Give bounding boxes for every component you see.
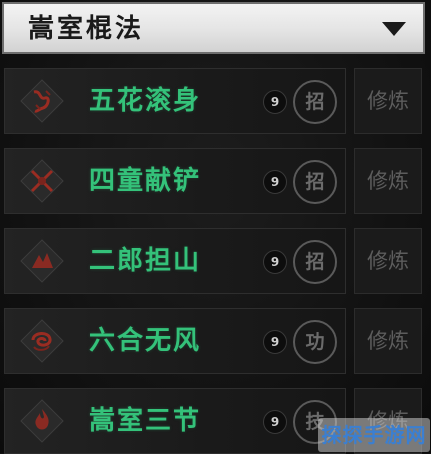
swirl-dragon-icon bbox=[19, 318, 65, 364]
type-badge: 招 bbox=[293, 240, 337, 284]
level-badge: 9 bbox=[263, 250, 287, 274]
watermark: 探探手游网 bbox=[318, 418, 430, 452]
practice-button[interactable]: 修炼 bbox=[354, 148, 422, 214]
type-badge: 功 bbox=[293, 320, 337, 364]
technique-panel: 嵩室棍法 五花滚身 9 招 修炼 四童献铲 9 招 修炼 二郎担山 9 招 修炼… bbox=[0, 0, 431, 454]
technique-name: 二郎担山 bbox=[89, 246, 202, 276]
header-bar: 嵩室棍法 bbox=[2, 2, 425, 54]
type-badge: 招 bbox=[293, 160, 337, 204]
dropdown-button[interactable] bbox=[379, 16, 409, 42]
practice-button[interactable]: 修炼 bbox=[354, 228, 422, 294]
technique-row[interactable]: 嵩室三节 9 技 bbox=[4, 388, 346, 454]
type-badge: 招 bbox=[293, 80, 337, 124]
dragon-emblem-icon bbox=[19, 78, 65, 124]
practice-button[interactable]: 修炼 bbox=[354, 68, 422, 134]
level-badge: 9 bbox=[263, 410, 287, 434]
level-badge: 9 bbox=[263, 330, 287, 354]
technique-row[interactable]: 五花滚身 9 招 bbox=[4, 68, 346, 134]
flame-emblem-icon bbox=[19, 398, 65, 444]
level-badge: 9 bbox=[263, 90, 287, 114]
technique-row[interactable]: 四童献铲 9 招 bbox=[4, 148, 346, 214]
practice-button[interactable]: 修炼 bbox=[354, 308, 422, 374]
technique-name: 六合无风 bbox=[89, 326, 202, 356]
technique-row[interactable]: 二郎担山 9 招 bbox=[4, 228, 346, 294]
level-badge: 9 bbox=[263, 170, 287, 194]
page-title: 嵩室棍法 bbox=[28, 14, 145, 44]
technique-name: 嵩室三节 bbox=[89, 406, 202, 436]
technique-row[interactable]: 六合无风 9 功 bbox=[4, 308, 346, 374]
technique-name: 五花滚身 bbox=[89, 86, 202, 116]
mountain-emblem-icon bbox=[19, 238, 65, 284]
technique-name: 四童献铲 bbox=[89, 166, 202, 196]
crossed-weapons-icon bbox=[19, 158, 65, 204]
triangle-down-icon bbox=[382, 22, 406, 36]
